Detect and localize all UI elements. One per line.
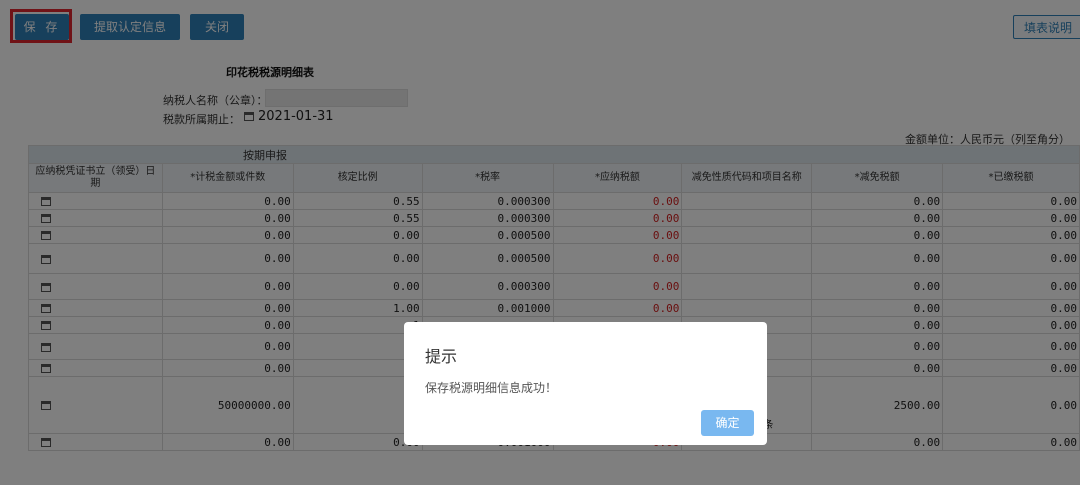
confirm-button[interactable]: 确定 bbox=[701, 410, 754, 436]
tax-form-page: 保 存 提取认定信息 关闭 填表说明 印花税税源明细表 纳税人名称（公章）： 税… bbox=[0, 0, 1080, 485]
dialog-message: 保存税源明细信息成功！ bbox=[425, 381, 558, 395]
prompt-dialog: 提示 保存税源明细信息成功！ 确定 bbox=[404, 322, 767, 445]
dialog-title: 提示 bbox=[425, 347, 458, 366]
